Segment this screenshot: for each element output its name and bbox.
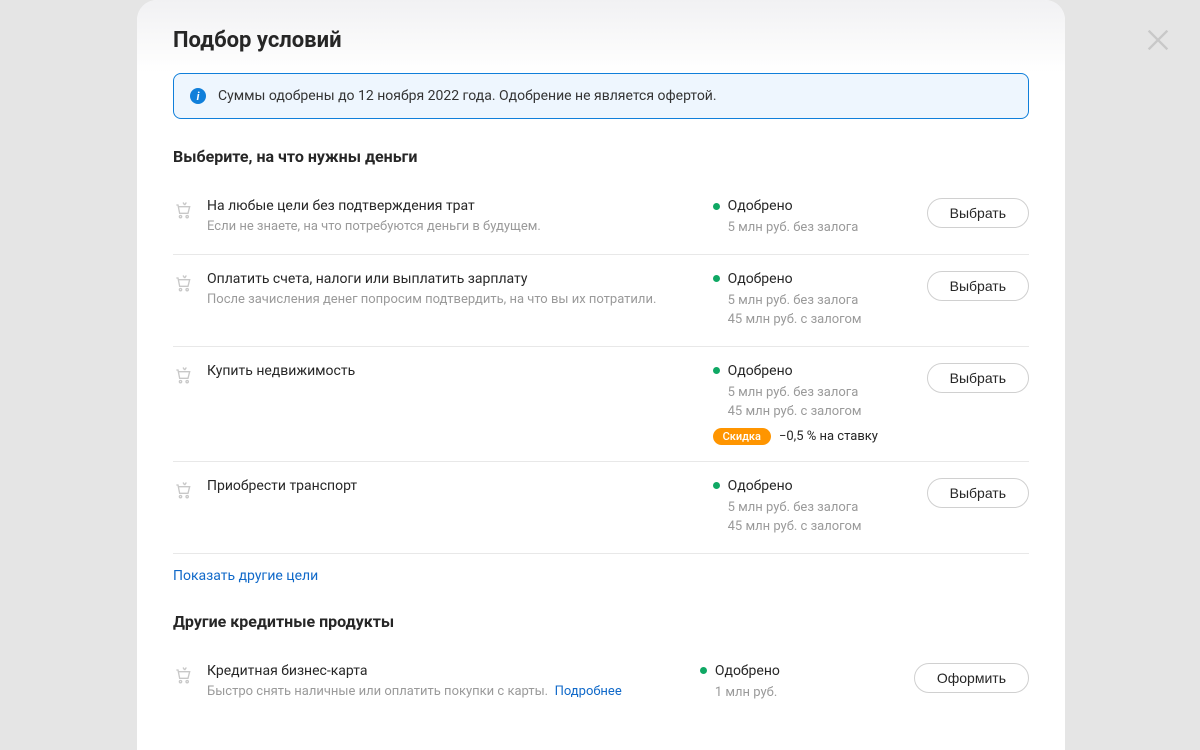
info-icon: i <box>190 88 206 104</box>
option-desc: После зачисления денег попросим подтверд… <box>207 291 699 309</box>
option-status: Одобрено 1 млн руб. <box>700 663 900 703</box>
select-button[interactable]: Выбрать <box>927 271 1029 301</box>
cart-icon <box>173 665 193 685</box>
modal-body: i Суммы одобрены до 12 ноября 2022 года.… <box>137 73 1065 750</box>
select-button[interactable]: Выбрать <box>927 478 1029 508</box>
cart-icon <box>173 273 193 293</box>
status-label: Одобрено <box>728 363 793 379</box>
option-desc: Быстро снять наличные или оплатить покуп… <box>207 683 686 701</box>
option-action: Оформить <box>914 663 1029 693</box>
status-dot-icon <box>713 203 720 210</box>
discount-row: Скидка −0,5 % на ставку <box>713 428 913 445</box>
status-label: Одобрено <box>715 663 780 679</box>
status-approved: Одобрено <box>713 198 913 214</box>
option-action: Выбрать <box>927 271 1029 301</box>
option-title: Приобрести транспорт <box>207 478 699 494</box>
option-action: Выбрать <box>927 478 1029 508</box>
option-status: Одобрено 5 млн руб. без залога <box>713 198 913 238</box>
option-title: На любые цели без подтверждения трат <box>207 198 699 214</box>
status-approved: Одобрено <box>713 363 913 379</box>
option-action: Выбрать <box>927 363 1029 393</box>
status-label: Одобрено <box>728 271 793 287</box>
discount-badge: Скидка <box>713 428 771 445</box>
option-status: Одобрено 5 млн руб. без залога 45 млн ру… <box>713 363 913 445</box>
status-line: 45 млн руб. с залогом <box>728 402 913 422</box>
section-title-other-products: Другие кредитные продукты <box>173 612 1029 631</box>
status-line: 5 млн руб. без залога <box>728 383 913 403</box>
section-title-purposes: Выберите, на что нужны деньги <box>173 147 1029 166</box>
modal-header: Подбор условий <box>137 0 1065 73</box>
option-text: Купить недвижимость <box>207 363 699 383</box>
info-banner: i Суммы одобрены до 12 ноября 2022 года.… <box>173 73 1029 119</box>
status-dot-icon <box>713 275 720 282</box>
status-line: 5 млн руб. без залога <box>728 291 913 311</box>
option-action: Выбрать <box>927 198 1029 228</box>
apply-button[interactable]: Оформить <box>914 663 1029 693</box>
option-buy-property: Купить недвижимость Одобрено 5 млн руб. … <box>173 347 1029 462</box>
status-approved: Одобрено <box>700 663 900 679</box>
option-desc: Если не знаете, на что потребуются деньг… <box>207 218 699 236</box>
status-dot-icon <box>713 482 720 489</box>
option-any-purpose: На любые цели без подтверждения трат Есл… <box>173 182 1029 255</box>
option-title: Оплатить счета, налоги или выплатить зар… <box>207 271 699 287</box>
show-more-link[interactable]: Показать другие цели <box>173 554 318 588</box>
status-dot-icon <box>700 667 707 674</box>
status-line: 45 млн руб. с залогом <box>728 310 913 330</box>
option-buy-transport: Приобрести транспорт Одобрено 5 млн руб.… <box>173 462 1029 554</box>
option-pay-bills: Оплатить счета, налоги или выплатить зар… <box>173 255 1029 347</box>
other-product-business-card: Кредитная бизнес-карта Быстро снять нали… <box>173 647 1029 719</box>
option-status: Одобрено 5 млн руб. без залога 45 млн ру… <box>713 478 913 537</box>
more-link[interactable]: Подробнее <box>555 684 622 699</box>
discount-text: −0,5 % на ставку <box>779 429 878 444</box>
select-button[interactable]: Выбрать <box>927 363 1029 393</box>
info-text: Суммы одобрены до 12 ноября 2022 года. О… <box>218 88 717 104</box>
status-label: Одобрено <box>728 198 793 214</box>
close-button[interactable] <box>1140 22 1176 58</box>
option-text: На любые цели без подтверждения трат Есл… <box>207 198 699 236</box>
option-text: Кредитная бизнес-карта Быстро снять нали… <box>207 663 686 701</box>
cart-icon <box>173 200 193 220</box>
option-desc-text: Быстро снять наличные или оплатить покуп… <box>207 684 548 699</box>
status-line: 5 млн руб. без залога <box>728 218 913 238</box>
status-approved: Одобрено <box>713 478 913 494</box>
cart-icon <box>173 365 193 385</box>
status-line: 1 млн руб. <box>715 683 900 703</box>
status-line: 5 млн руб. без залога <box>728 498 913 518</box>
option-title: Кредитная бизнес-карта <box>207 663 686 679</box>
option-status: Одобрено 5 млн руб. без залога 45 млн ру… <box>713 271 913 330</box>
select-button[interactable]: Выбрать <box>927 198 1029 228</box>
status-approved: Одобрено <box>713 271 913 287</box>
cart-icon <box>173 480 193 500</box>
status-line: 45 млн руб. с залогом <box>728 517 913 537</box>
modal-title: Подбор условий <box>173 28 1029 53</box>
option-text: Оплатить счета, налоги или выплатить зар… <box>207 271 699 309</box>
conditions-modal: Подбор условий i Суммы одобрены до 12 но… <box>137 0 1065 750</box>
option-text: Приобрести транспорт <box>207 478 699 498</box>
status-label: Одобрено <box>728 478 793 494</box>
option-title: Купить недвижимость <box>207 363 699 379</box>
status-dot-icon <box>713 367 720 374</box>
